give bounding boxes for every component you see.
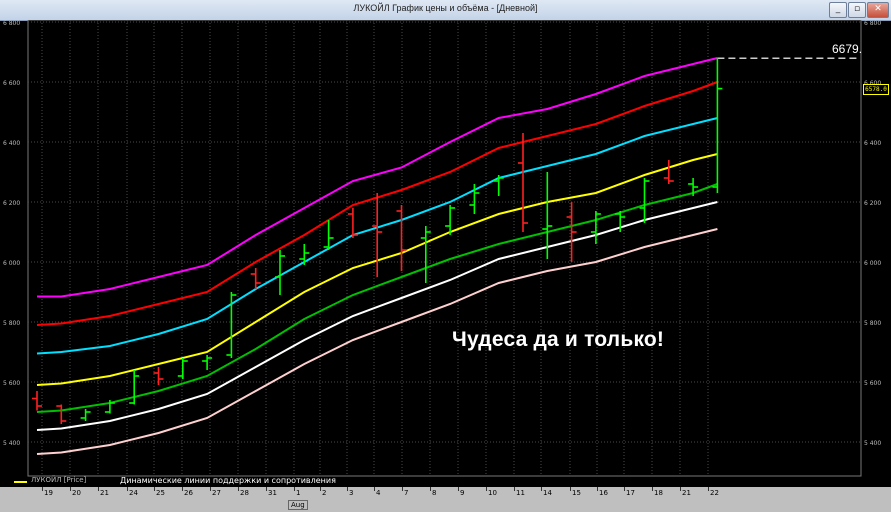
x-tick-mark [458,487,459,491]
x-tick-label: 22 [710,489,719,497]
x-tick-mark [486,487,487,491]
x-tick-mark [652,487,653,491]
x-tick-mark [570,487,571,491]
y-tick-label-left: 5 400 [3,440,20,447]
y-tick-label-left: 6 800 [3,20,20,27]
x-tick-mark [624,487,625,491]
x-tick-label: 7 [404,489,409,497]
x-tick-mark [182,487,183,491]
x-tick-mark [238,487,239,491]
x-tick-mark [430,487,431,491]
minimize-icon[interactable]: _ [829,2,847,18]
x-tick-label: 21 [682,489,691,497]
chart-window: ЛУКОЙЛ График цены и объёма - [Дневной] … [0,0,891,512]
x-tick-label: 16 [599,489,608,497]
legend-description: Динамические линии поддержки и сопротивл… [120,476,336,485]
x-tick-label: 9 [460,489,465,497]
y-tick-label-left: 5 800 [3,320,20,327]
x-tick-label: 10 [488,489,497,497]
y-tick-label-right: 6 800 [864,20,881,27]
x-tick-label: 26 [184,489,193,497]
x-tick-mark [320,487,321,491]
month-label: Aug [288,500,308,510]
x-tick-label: 20 [72,489,81,497]
x-tick-mark [98,487,99,491]
close-icon[interactable]: ✕ [867,2,889,18]
last-price-label: 6679. [832,42,863,56]
x-tick-mark [541,487,542,491]
x-tick-label: 27 [212,489,221,497]
x-tick-label: 3 [349,489,354,497]
x-tick-label: 18 [654,489,663,497]
restore-icon[interactable]: ▫ [848,2,866,18]
y-tick-label-right: 6 000 [864,260,881,267]
plot-area [27,20,862,477]
x-tick-mark [597,487,598,491]
y-tick-label-right: 5 600 [864,380,881,387]
x-tick-mark [402,487,403,491]
x-tick-label: 31 [268,489,277,497]
x-tick-label: 2 [322,489,327,497]
x-tick-mark [347,487,348,491]
x-tick-mark [708,487,709,491]
x-tick-mark [42,487,43,491]
x-tick-label: 19 [44,489,53,497]
y-tick-label-left: 6 000 [3,260,20,267]
y-tick-label-left: 5 600 [3,380,20,387]
price-chart: 5 400 5 400 5 600 5 600 5 800 5 800 6 000 6 000… [3,20,881,477]
x-tick-label: 1 [296,489,301,497]
x-tick-mark [127,487,128,491]
window-title: ЛУКОЙЛ График цены и объёма - [Дневной] [353,3,538,13]
x-tick-mark [514,487,515,491]
current-price-box: 6578.0 [863,84,889,95]
y-tick-label-right: 6 400 [864,140,881,147]
x-tick-label: 28 [240,489,249,497]
y-tick-label-right: 6 200 [864,200,881,207]
chart-headline: Чудеса да и только! [452,328,665,351]
y-tick-label-right: 5 800 [864,320,881,327]
y-tick-label-right: 5 400 [864,440,881,447]
x-tick-label: 15 [572,489,581,497]
x-tick-label: 21 [100,489,109,497]
x-tick-mark [70,487,71,491]
y-tick-label-left: 6 400 [3,140,20,147]
x-axis[interactable]: Aug 19 20 21 24 25 26 27 28 31 1 2 3 4 7 8 9 10 11 14 15 16 1… [0,487,891,512]
x-tick-label: 4 [376,489,381,497]
x-tick-label: 14 [543,489,552,497]
x-tick-mark [294,487,295,491]
x-tick-label: 11 [516,489,525,497]
x-tick-mark [210,487,211,491]
x-tick-mark [374,487,375,491]
x-tick-mark [680,487,681,491]
x-tick-label: 24 [129,489,138,497]
x-tick-mark [154,487,155,491]
title-bar: ЛУКОЙЛ График цены и объёма - [Дневной] … [0,0,891,21]
legend-swatch [14,481,27,483]
legend-series-name: ЛУКОЙЛ [Price] [31,476,87,484]
x-tick-label: 17 [626,489,635,497]
x-tick-label: 8 [432,489,437,497]
x-tick-label: 25 [156,489,165,497]
y-tick-label-left: 6 200 [3,200,20,207]
x-tick-mark [266,487,267,491]
y-tick-label-left: 6 600 [3,80,20,87]
